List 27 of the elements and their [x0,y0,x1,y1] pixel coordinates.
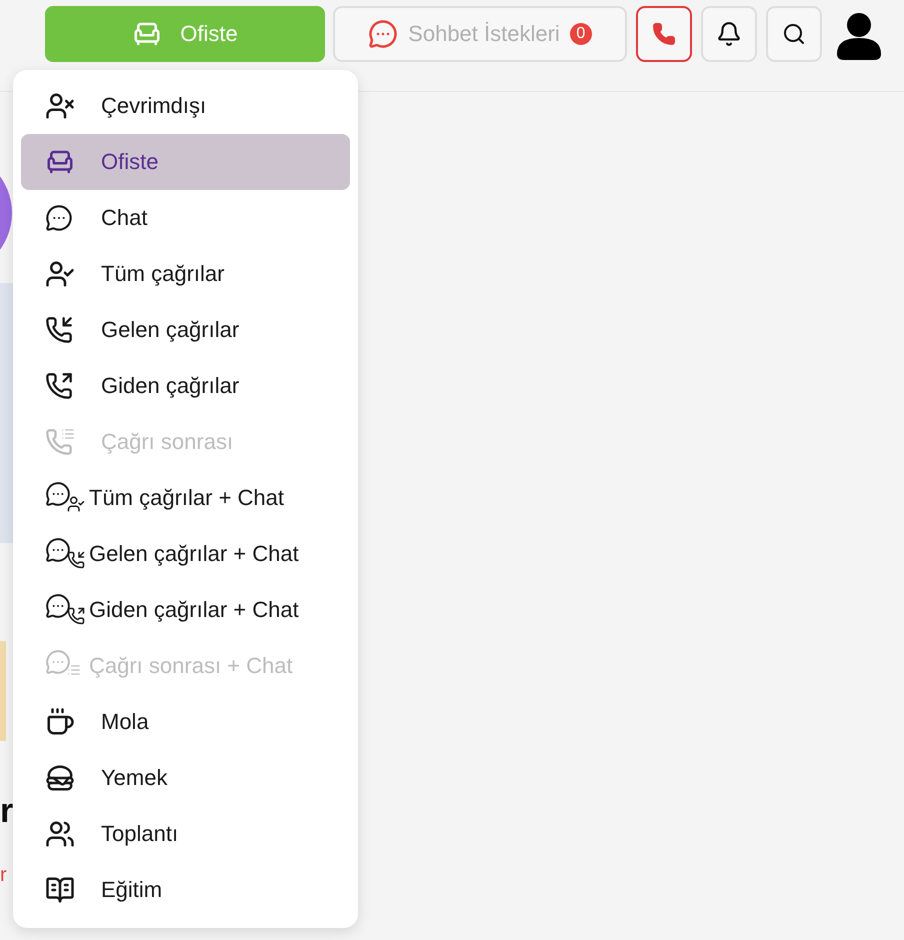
menu-item[interactable]: Giden çağrılar + Chat [21,582,350,638]
menu-item[interactable]: Gelen çağrılar + Chat [21,526,350,582]
menu-item[interactable]: Giden çağrılar [21,358,350,414]
chat-incoming-call-icon [45,537,87,571]
background-text: r [0,792,14,831]
chat-icon [368,19,398,49]
menu-item[interactable]: Chat [21,190,350,246]
menu-item[interactable]: Mola [21,694,350,750]
menu-item[interactable]: Toplantı [21,806,350,862]
chat-outgoing-call-icon [45,593,87,627]
phone-icon [652,22,676,46]
notifications-button[interactable] [701,6,757,62]
menu-item[interactable]: Tüm çağrılar [21,246,350,302]
search-button[interactable] [766,6,822,62]
menu-item[interactable]: Tüm çağrılar + Chat [21,470,350,526]
menu-item[interactable]: Eğitim [21,862,350,918]
chat-requests-button[interactable]: Sohbet İstekleri 0 [333,6,627,62]
menu-item[interactable]: Yemek [21,750,350,806]
menu-item[interactable]: Çevrimdışı [21,78,350,134]
bell-icon [716,21,742,47]
menu-item[interactable]: Gelen çağrılar [21,302,350,358]
count-badge: 0 [570,23,592,45]
user-avatar-icon[interactable] [834,10,884,60]
background-text: r [0,864,7,887]
search-icon [782,22,806,46]
menu-item[interactable]: Ofiste [21,134,350,190]
phone-button[interactable] [636,6,692,62]
